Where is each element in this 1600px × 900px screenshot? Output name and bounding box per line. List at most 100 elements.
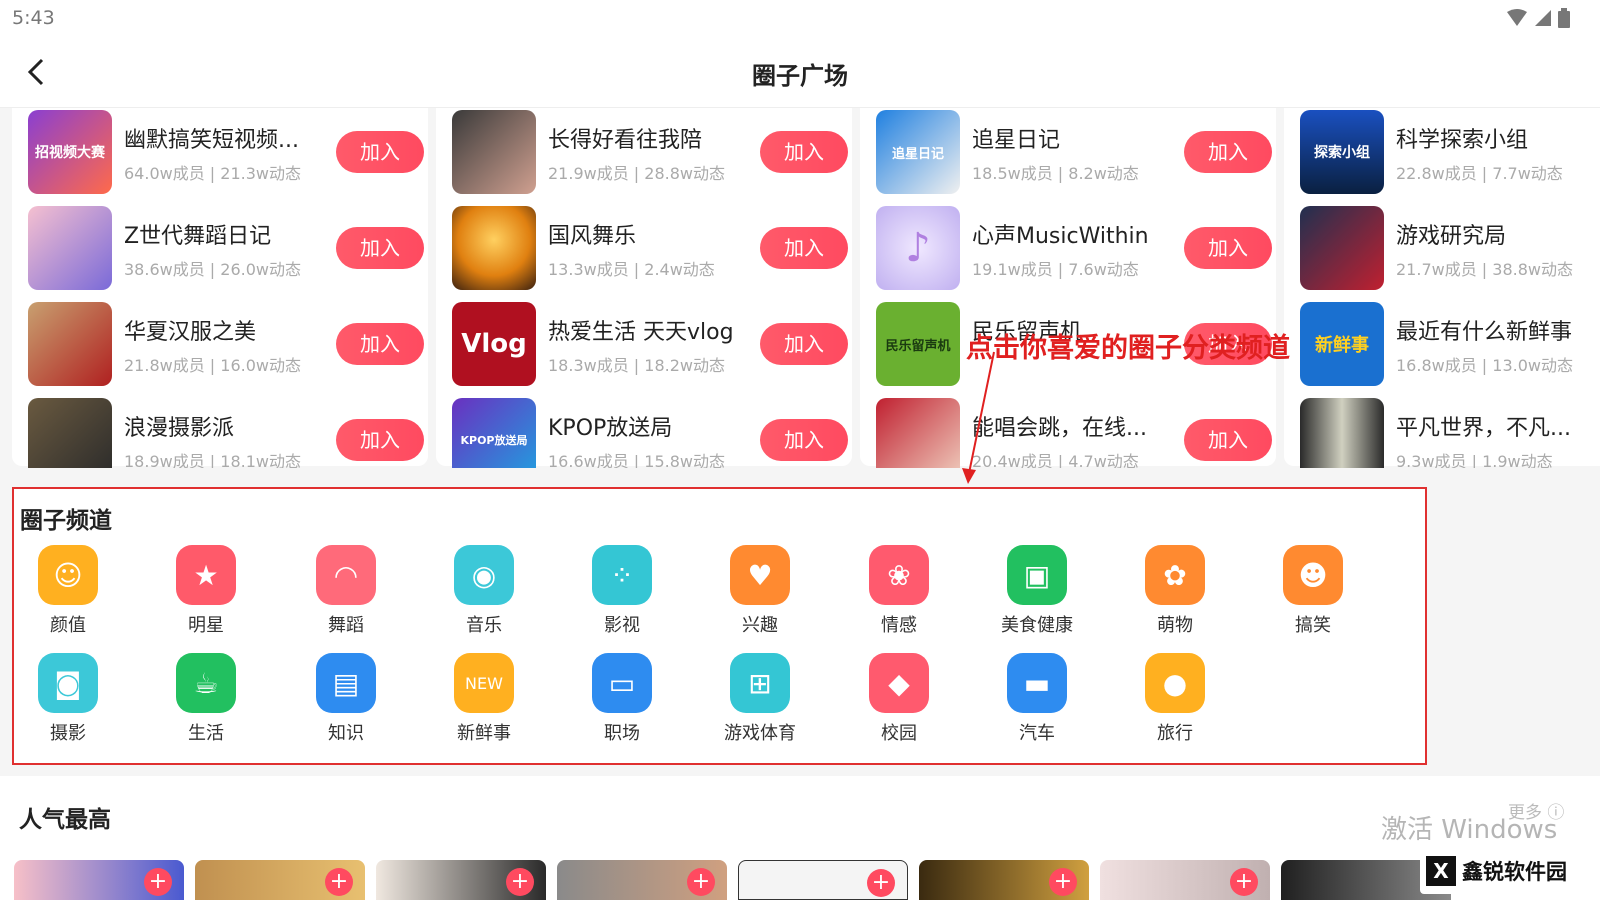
channel-item[interactable]: ☻ 搞笑 xyxy=(1263,545,1363,645)
popular-thumb[interactable]: + xyxy=(1100,860,1270,900)
channel-item[interactable]: ◙ 摄影 xyxy=(18,653,118,753)
channel-label: 影视 xyxy=(604,615,640,636)
add-icon[interactable]: + xyxy=(687,868,715,896)
circle-row[interactable]: 追星日记 追星日记 18.5w成员 | 8.2w动态 加入 xyxy=(876,110,1276,194)
channel-item[interactable]: ☕ 生活 xyxy=(156,653,256,753)
popular-thumb[interactable]: + xyxy=(14,860,184,900)
circle-stats: 18.5w成员 | 8.2w动态 xyxy=(972,164,1139,183)
join-button[interactable]: 加入 xyxy=(760,227,848,269)
join-button[interactable]: 加入 xyxy=(336,227,424,269)
circle-name: 能唱会跳，在线... xyxy=(972,416,1147,441)
circle-thumb: Vlog xyxy=(452,302,536,386)
add-icon[interactable]: + xyxy=(1230,868,1258,896)
channel-item[interactable]: ⊞ 游戏体育 xyxy=(710,653,810,753)
circle-stats: 16.8w成员 | 13.0w动态 xyxy=(1396,356,1573,375)
add-icon[interactable]: + xyxy=(1049,868,1077,896)
new-badge-icon: NEW xyxy=(454,653,514,713)
join-button[interactable]: 加入 xyxy=(1184,131,1272,173)
channel-label: 游戏体育 xyxy=(724,723,796,744)
add-icon[interactable]: + xyxy=(506,868,534,896)
circle-name: 热爱生活 天天vlog xyxy=(548,320,734,345)
circle-stats: 21.8w成员 | 16.0w动态 xyxy=(124,356,301,375)
circle-name: 科学探索小组 xyxy=(1396,128,1529,153)
channel-item[interactable]: ▭ 职场 xyxy=(572,653,672,753)
circle-stats: 16.6w成员 | 15.8w动态 xyxy=(548,452,725,468)
channel-item[interactable]: ⁘ 影视 xyxy=(572,545,672,645)
join-button[interactable]: 加入 xyxy=(336,323,424,365)
circle-thumb: 民乐留声机 xyxy=(876,302,960,386)
face-icon: ☺ xyxy=(38,545,98,605)
join-button[interactable]: 加入 xyxy=(760,131,848,173)
channel-label: 明星 xyxy=(188,615,224,636)
channel-item[interactable]: ★ 明星 xyxy=(156,545,256,645)
windows-activation-watermark: 激活 Windows xyxy=(1381,815,1558,845)
circle-row[interactable]: ♪ 心声MusicWithin 19.1w成员 | 7.6w动态 加入 xyxy=(876,206,1276,290)
circle-row[interactable]: 长得好看往我陪 21.9w成员 | 28.8w动态 加入 xyxy=(452,110,852,194)
add-icon[interactable]: + xyxy=(867,869,895,897)
circle-row[interactable]: Z世代舞蹈日记 38.6w成员 | 26.0w动态 加入 xyxy=(28,206,428,290)
status-bar: 5:43 xyxy=(0,0,1600,36)
circle-thumb: 追星日记 xyxy=(876,110,960,194)
circle-row[interactable]: 招视频大赛 幽默搞笑短视频... 64.0w成员 | 21.3w动态 加入 xyxy=(28,110,428,194)
channel-label: 情感 xyxy=(881,615,917,636)
channel-label: 搞笑 xyxy=(1295,615,1331,636)
graduation-cap-icon: ◆ xyxy=(869,653,929,713)
circle-row[interactable]: 新鲜事 最近有什么新鲜事 16.8w成员 | 13.0w动态 xyxy=(1300,302,1600,386)
circle-row[interactable]: Vlog 热爱生活 天天vlog 18.3w成员 | 18.2w动态 加入 xyxy=(452,302,852,386)
circle-row[interactable]: KPOP放送局 KPOP放送局 16.6w成员 | 15.8w动态 加入 xyxy=(452,398,852,468)
film-reel-icon: ⁘ xyxy=(592,545,652,605)
join-button[interactable]: 加入 xyxy=(1184,419,1272,461)
circle-name: 浪漫摄影派 xyxy=(124,416,235,441)
join-button[interactable]: 加入 xyxy=(760,419,848,461)
circle-row[interactable]: 能唱会跳，在线... 20.4w成员 | 4.7w动态 加入 xyxy=(876,398,1276,468)
add-icon[interactable]: + xyxy=(325,868,353,896)
circle-thumb: KPOP放送局 xyxy=(452,398,536,468)
top-bar: 圈子广场 xyxy=(0,36,1600,108)
status-time: 5:43 xyxy=(12,7,55,29)
circle-row[interactable]: 浪漫摄影派 18.9w成员 | 18.1w动态 加入 xyxy=(28,398,428,468)
signal-icon xyxy=(1535,10,1551,26)
circle-stats: 9.3w成员 | 1.9w动态 xyxy=(1396,452,1553,468)
channel-item[interactable]: ▣ 美食健康 xyxy=(987,545,1087,645)
popular-thumb[interactable]: + xyxy=(919,860,1089,900)
popular-title: 人气最高 xyxy=(19,807,111,833)
circle-row[interactable]: 国风舞乐 13.3w成员 | 2.4w动态 加入 xyxy=(452,206,852,290)
join-button[interactable]: 加入 xyxy=(336,419,424,461)
channel-item[interactable]: ▬ 汽车 xyxy=(987,653,1087,753)
channel-item[interactable]: ◠ 舞蹈 xyxy=(296,545,396,645)
join-button[interactable]: 加入 xyxy=(336,131,424,173)
channel-item[interactable]: NEW 新鲜事 xyxy=(434,653,534,753)
circle-row[interactable]: 游戏研究局 21.7w成员 | 38.8w动态 xyxy=(1300,206,1600,290)
paw-icon: ✿ xyxy=(1145,545,1205,605)
channel-item[interactable]: ❀ 情感 xyxy=(849,545,949,645)
join-button[interactable]: 加入 xyxy=(1184,227,1272,269)
circle-thumb xyxy=(28,302,112,386)
channel-item[interactable]: ◆ 校园 xyxy=(849,653,949,753)
popular-thumb[interactable]: + xyxy=(557,860,727,900)
circle-row[interactable]: 华夏汉服之美 21.8w成员 | 16.0w动态 加入 xyxy=(28,302,428,386)
popular-thumb[interactable]: + xyxy=(376,860,546,900)
channel-item[interactable]: ♥ 兴趣 xyxy=(710,545,810,645)
channel-label: 萌物 xyxy=(1157,615,1193,636)
circle-stats: 22.8w成员 | 7.7w动态 xyxy=(1396,164,1563,183)
circle-row[interactable]: 探索小组 科学探索小组 22.8w成员 | 7.7w动态 xyxy=(1300,110,1600,194)
circle-thumb xyxy=(876,398,960,468)
circle-cards: 招视频大赛 幽默搞笑短视频... 64.0w成员 | 21.3w动态 加入 Z世… xyxy=(0,108,1600,468)
channel-item[interactable]: ● 旅行 xyxy=(1125,653,1225,753)
car-icon: ▬ xyxy=(1007,653,1067,713)
popular-thumb[interactable]: + xyxy=(738,860,908,900)
channel-label: 旅行 xyxy=(1157,723,1193,744)
circle-stats: 64.0w成员 | 21.3w动态 xyxy=(124,164,301,183)
add-icon[interactable]: + xyxy=(144,868,172,896)
channel-item[interactable]: ☺ 颜值 xyxy=(18,545,118,645)
popular-thumb[interactable]: + xyxy=(195,860,365,900)
circle-row[interactable]: 平凡世界，不凡... 9.3w成员 | 1.9w动态 xyxy=(1300,398,1600,468)
camera-icon: ◙ xyxy=(38,653,98,713)
battery-icon xyxy=(1558,8,1570,28)
join-button[interactable]: 加入 xyxy=(760,323,848,365)
channel-label: 生活 xyxy=(188,723,224,744)
channel-item[interactable]: ▤ 知识 xyxy=(296,653,396,753)
channel-item[interactable]: ◉ 音乐 xyxy=(434,545,534,645)
circle-card: 长得好看往我陪 21.9w成员 | 28.8w动态 加入 国风舞乐 13.3w成… xyxy=(436,108,852,468)
channel-item[interactable]: ✿ 萌物 xyxy=(1125,545,1225,645)
